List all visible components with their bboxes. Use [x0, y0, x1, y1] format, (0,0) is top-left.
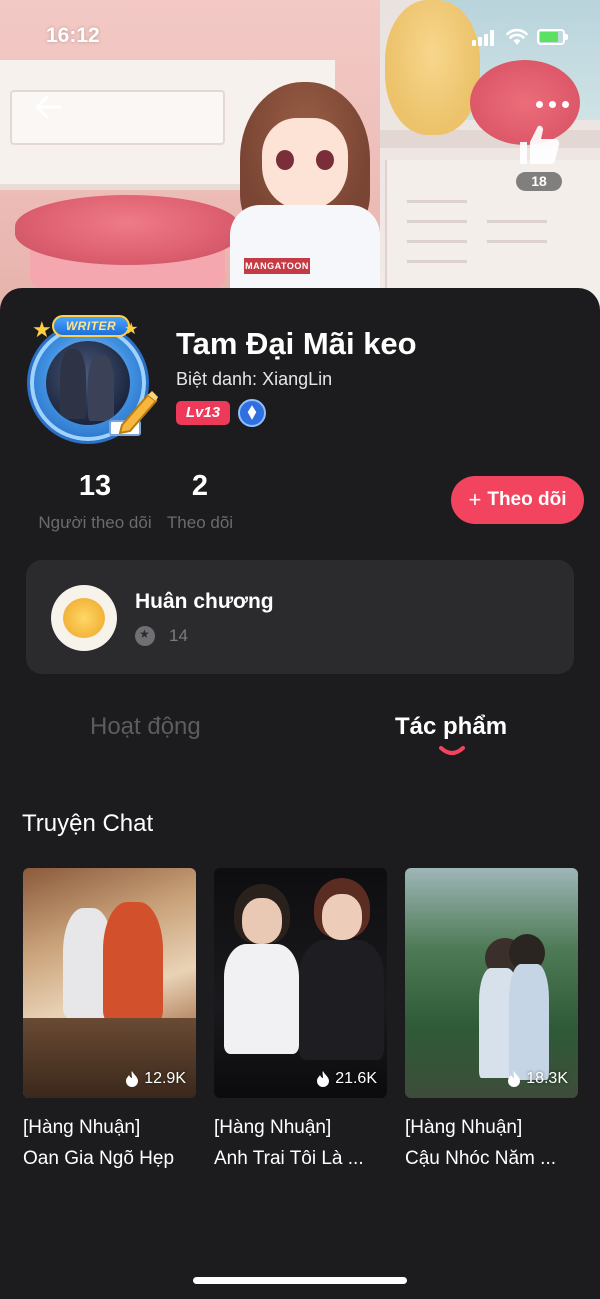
- shirt-logo-text: MANGATOON: [244, 258, 310, 274]
- followers-count: 13: [78, 470, 112, 502]
- work-title-line1: [Hàng Nhuận]: [214, 1117, 332, 1138]
- follow-button[interactable]: + Theo dõi: [451, 476, 584, 524]
- fire-icon: [126, 1071, 139, 1087]
- work-cover: 18.3K: [405, 868, 578, 1098]
- work-title-line1: [Hàng Nhuận]: [405, 1117, 523, 1138]
- work-views: 18.3K: [526, 1070, 568, 1087]
- followers-label: Người theo dõi: [38, 513, 152, 532]
- status-bar: 16:12: [0, 22, 600, 52]
- work-title-line2: Oan Gia Ngõ Hẹp: [23, 1148, 175, 1169]
- home-indicator[interactable]: [193, 1277, 407, 1284]
- work-views: 21.6K: [335, 1070, 377, 1087]
- profile-name: Tam Đại Mãi keo: [176, 326, 417, 361]
- work-card[interactable]: 21.6K [Hàng Nhuận] Anh Trai Tôi Là ...: [214, 868, 387, 1170]
- section-title: Truyện Chat: [22, 810, 154, 837]
- tab-works[interactable]: Tác phẩm: [395, 713, 507, 741]
- work-title-line2: Cậu Nhóc Năm ...: [405, 1148, 556, 1169]
- active-tab-indicator: [439, 746, 465, 755]
- fire-icon: [508, 1071, 521, 1087]
- medals-count: 14: [169, 626, 188, 645]
- like-count: 18: [516, 172, 562, 191]
- thumbs-up-icon: [520, 125, 560, 164]
- writer-avatar[interactable]: WRITER ★ ★: [16, 315, 161, 445]
- work-cover: 12.9K: [23, 868, 196, 1098]
- more-options-icon[interactable]: [534, 96, 572, 114]
- fire-icon: [317, 1071, 330, 1087]
- writer-badge: WRITER: [52, 315, 130, 337]
- star-icon: ★: [32, 317, 52, 342]
- medal-icon: [51, 585, 117, 651]
- like-button[interactable]: 18: [512, 120, 566, 192]
- status-time: 16:12: [46, 24, 100, 47]
- back-arrow-icon[interactable]: [32, 90, 66, 124]
- profile-nickname: Biệt danh: XiangLin: [176, 369, 333, 389]
- star-icon: [135, 626, 155, 646]
- following-count: 2: [191, 470, 209, 502]
- diamond-badge-icon: [238, 399, 266, 427]
- level-badge: Lv13: [176, 401, 230, 425]
- signal-icon: [472, 30, 498, 46]
- work-cover: 21.6K: [214, 868, 387, 1098]
- medals-title: Huân chương: [135, 590, 274, 613]
- tab-activity[interactable]: Hoạt động: [90, 713, 201, 741]
- medals-card[interactable]: Huân chương 14: [26, 560, 574, 674]
- work-card[interactable]: 12.9K [Hàng Nhuận] Oan Gia Ngõ Hẹp: [23, 868, 196, 1170]
- star-icon: ★: [124, 321, 139, 338]
- battery-icon: [537, 29, 568, 45]
- plus-icon: +: [468, 487, 482, 512]
- following-label: Theo dõi: [166, 513, 234, 532]
- wifi-icon: [506, 28, 528, 45]
- work-views: 12.9K: [144, 1070, 186, 1087]
- work-card[interactable]: 18.3K [Hàng Nhuận] Cậu Nhóc Năm ...: [405, 868, 578, 1170]
- follow-button-label: Theo dõi: [487, 489, 567, 510]
- work-title-line2: Anh Trai Tôi Là ...: [214, 1148, 364, 1169]
- following-stat[interactable]: 2 Theo dõi: [163, 470, 237, 533]
- work-title-line1: [Hàng Nhuận]: [23, 1117, 141, 1138]
- pen-icon: [109, 391, 158, 436]
- followers-stat[interactable]: 13 Người theo dõi: [32, 470, 158, 533]
